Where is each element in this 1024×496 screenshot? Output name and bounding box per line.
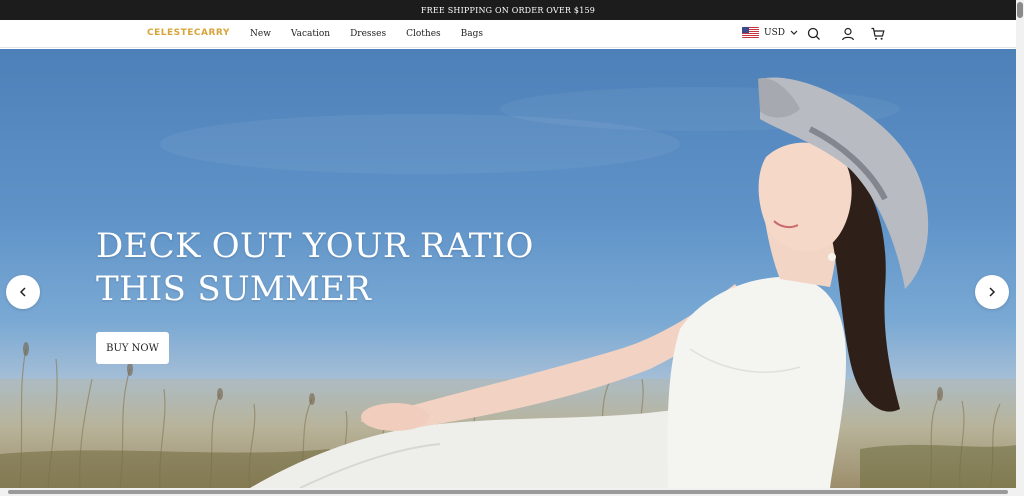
cart-icon[interactable] — [870, 26, 886, 42]
site-logo[interactable]: CELESTECARRY — [147, 28, 230, 38]
currency-selector[interactable]: USD — [742, 27, 798, 38]
horizontal-scroll-thumb[interactable] — [8, 490, 1008, 494]
search-icon[interactable] — [806, 26, 822, 42]
site-header: CELESTECARRY New Vacation Dresses Clothe… — [0, 20, 1016, 48]
vertical-scroll-thumb[interactable] — [1017, 2, 1023, 18]
chevron-down-icon — [790, 30, 798, 36]
nav-item-new[interactable]: New — [250, 29, 271, 39]
currency-label: USD — [764, 27, 785, 38]
chevron-right-icon — [988, 287, 996, 297]
nav-item-bags[interactable]: Bags — [461, 29, 483, 39]
horizontal-scrollbar[interactable] — [0, 488, 1024, 496]
announcement-bar: FREE SHIPPING ON ORDER OVER $159 — [0, 0, 1016, 20]
page: FREE SHIPPING ON ORDER OVER $159 CELESTE… — [0, 0, 1024, 496]
hero-title-line-1: DECK OUT YOUR RATIO — [96, 226, 534, 266]
nav-item-dresses[interactable]: Dresses — [350, 29, 386, 39]
carousel-next-button[interactable] — [975, 275, 1009, 309]
header-tools: USD — [696, 20, 1016, 48]
carousel-prev-button[interactable] — [6, 275, 40, 309]
buy-now-button[interactable]: BUY NOW — [96, 332, 169, 364]
user-icon[interactable] — [840, 26, 856, 42]
hero-title: DECK OUT YOUR RATIO THIS SUMMER — [96, 225, 534, 311]
us-flag-icon — [742, 27, 759, 38]
nav-item-vacation[interactable]: Vacation — [291, 29, 330, 39]
chevron-left-icon — [19, 287, 27, 297]
nav-item-clothes[interactable]: Clothes — [406, 29, 441, 39]
vertical-scrollbar[interactable] — [1016, 0, 1024, 488]
hero-banner: DECK OUT YOUR RATIO THIS SUMMER BUY NOW — [0, 49, 1016, 488]
main-nav: New Vacation Dresses Clothes Bags — [240, 20, 493, 48]
announcement-text: FREE SHIPPING ON ORDER OVER $159 — [420, 5, 596, 15]
hero-title-line-2: THIS SUMMER — [96, 269, 372, 309]
